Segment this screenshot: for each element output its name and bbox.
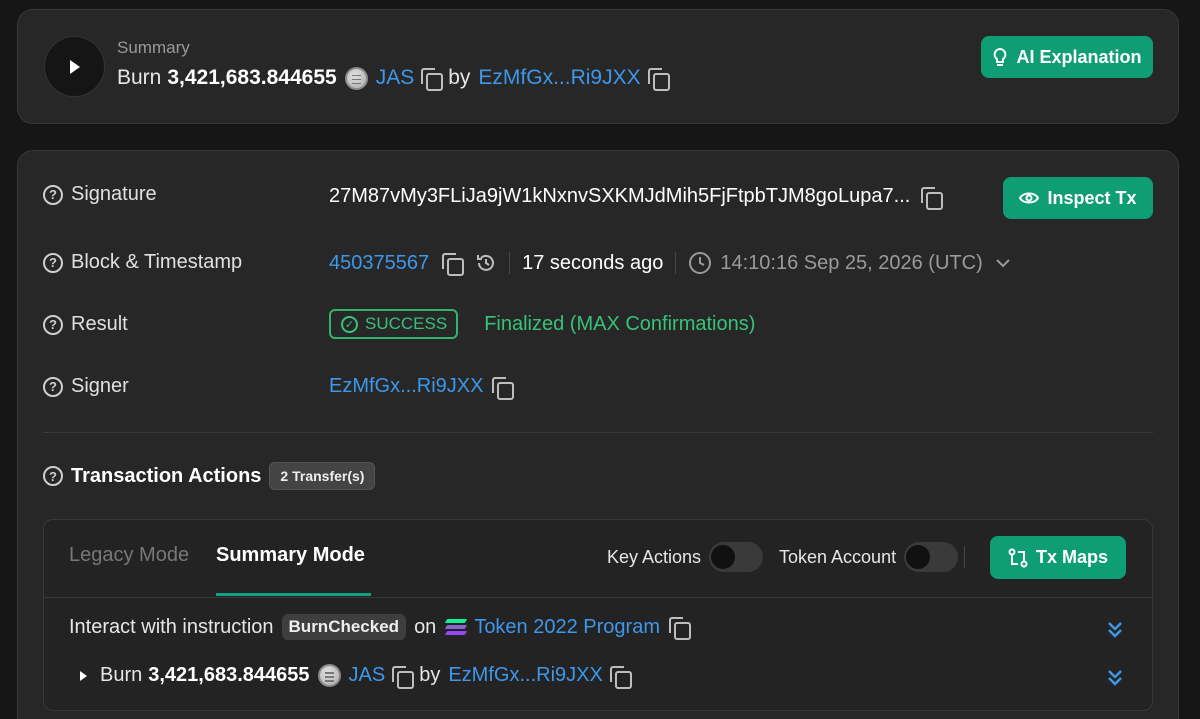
summary-by: by <box>448 66 471 89</box>
ai-explanation-button[interactable]: AI Explanation <box>981 36 1153 78</box>
history-icon[interactable] <box>475 252 497 274</box>
sub-token-link[interactable]: JAS <box>349 664 386 687</box>
solana-logo-icon <box>444 618 468 636</box>
status-badge: ✓ SUCCESS <box>329 309 459 339</box>
signer-link[interactable]: EzMfGx...Ri9JXX <box>329 375 483 398</box>
section-divider <box>43 432 1153 433</box>
expand-icon[interactable] <box>1106 668 1124 688</box>
sub-amount: 3,421,683.844655 <box>148 664 310 686</box>
panel-divider <box>44 597 1152 598</box>
separator <box>509 252 511 274</box>
signature-row-label: ? Signature <box>43 183 157 206</box>
summary-token-link[interactable]: JAS <box>376 66 415 90</box>
transaction-actions-title: Transaction Actions <box>71 464 262 487</box>
sub-signer-link[interactable]: EzMfGx...Ri9JXX <box>448 664 602 687</box>
result-value-row: ✓ SUCCESS Finalized (MAX Confirmations) <box>329 309 755 339</box>
copy-icon[interactable] <box>391 665 415 689</box>
key-actions-toggle-group: Key Actions <box>607 542 764 572</box>
help-icon: ? <box>43 376 63 397</box>
signer-label: Signer <box>71 375 129 397</box>
summary-signer-link[interactable]: EzMfGx...Ri9JXX <box>478 66 640 90</box>
key-actions-label: Key Actions <box>607 546 702 567</box>
copy-icon[interactable] <box>441 252 465 276</box>
lightbulb-icon <box>994 47 1007 66</box>
clock-icon <box>689 252 712 274</box>
transaction-actions-heading: ? Transaction Actions 2 Transfer(s) <box>43 462 376 490</box>
summary-card: Summary Burn 3,421,683.844655 JAS by EzM… <box>17 9 1179 124</box>
help-icon: ? <box>43 466 63 486</box>
signer-row-label: ? Signer <box>43 375 129 398</box>
chevron-down-icon[interactable] <box>995 258 1011 268</box>
signature-value-row: 27M87vMy3FLiJa9jW1kNxnvSXKMJdMih5FjFtpbT… <box>329 185 944 210</box>
summary-amount: 3,421,683.844655 <box>167 66 337 89</box>
block-value-row: 450375567 17 seconds ago 14:10:16 Sep 25… <box>329 251 1011 276</box>
result-label: Result <box>71 313 128 335</box>
copy-icon[interactable] <box>647 67 670 91</box>
token-account-label: Token Account <box>779 546 897 567</box>
expand-icon[interactable] <box>1106 620 1124 640</box>
tab-summary-mode[interactable]: Summary Mode <box>216 544 365 567</box>
copy-icon[interactable] <box>420 67 444 91</box>
inspect-tx-label: Inspect Tx <box>1047 187 1137 208</box>
caret-right-icon[interactable] <box>78 669 90 683</box>
check-icon: ✓ <box>341 315 358 333</box>
token-account-toggle[interactable] <box>904 542 959 572</box>
help-icon: ? <box>43 314 63 335</box>
separator <box>675 252 677 274</box>
result-row-label: ? Result <box>43 313 128 336</box>
instruction-prefix: Interact with instruction <box>69 615 274 638</box>
token-account-toggle-group: Token Account <box>779 542 959 572</box>
transfers-count-badge: 2 Transfer(s) <box>269 462 376 490</box>
help-icon: ? <box>43 252 63 273</box>
tab-legacy-mode[interactable]: Legacy Mode <box>69 544 189 567</box>
copy-icon[interactable] <box>668 616 691 640</box>
finality-text: Finalized (MAX Confirmations) <box>484 312 756 335</box>
sub-by: by <box>419 664 441 686</box>
status-text: SUCCESS <box>365 314 448 333</box>
details-card: ? Signature 27M87vMy3FLiJa9jW1kNxnvSXKMJ… <box>17 150 1179 719</box>
summary-label: Summary <box>117 38 190 57</box>
summary-line: Burn 3,421,683.844655 JAS by EzMfGx...Ri… <box>117 66 670 91</box>
tx-maps-button[interactable]: Tx Maps <box>990 536 1126 579</box>
copy-icon[interactable] <box>609 665 632 689</box>
separator <box>964 546 965 568</box>
key-actions-toggle[interactable] <box>709 542 764 572</box>
play-icon <box>69 59 80 74</box>
instruction-on: on <box>414 615 437 638</box>
sub-action-row: Burn 3,421,683.844655 JAS by EzMfGx...Ri… <box>78 664 632 689</box>
jas-token-icon <box>344 66 368 90</box>
instruction-row: Interact with instruction BurnChecked on… <box>69 614 691 640</box>
block-label: Block & Timestamp <box>71 251 243 273</box>
active-tab-indicator <box>216 593 371 596</box>
sub-action: Burn <box>100 664 143 686</box>
summary-action: Burn <box>117 66 162 89</box>
eye-icon <box>1019 192 1040 204</box>
copy-icon[interactable] <box>920 186 944 210</box>
signature-value: 27M87vMy3FLiJa9jW1kNxnvSXKMJdMih5FjFtpbT… <box>329 185 911 207</box>
help-icon: ? <box>43 184 63 205</box>
copy-icon[interactable] <box>491 376 515 400</box>
program-link[interactable]: Token 2022 Program <box>474 616 660 639</box>
branch-icon <box>1008 548 1028 567</box>
tx-maps-label: Tx Maps <box>1035 547 1109 567</box>
block-age: 17 seconds ago <box>522 251 664 274</box>
inspect-tx-button[interactable]: Inspect Tx <box>1003 177 1153 219</box>
block-number-link[interactable]: 450375567 <box>329 252 429 275</box>
block-row-label: ? Block & Timestamp <box>43 251 242 274</box>
signer-value-row: EzMfGx...Ri9JXX <box>329 375 515 400</box>
actions-panel: Legacy Mode Summary Mode Key Actions Tok… <box>43 519 1153 711</box>
play-button[interactable] <box>44 36 105 97</box>
signature-label: Signature <box>71 183 157 205</box>
jas-token-icon <box>317 664 341 687</box>
ai-explanation-label: AI Explanation <box>1016 46 1142 67</box>
instruction-badge: BurnChecked <box>281 614 407 640</box>
block-timestamp: 14:10:16 Sep 25, 2026 (UTC) <box>720 251 983 274</box>
